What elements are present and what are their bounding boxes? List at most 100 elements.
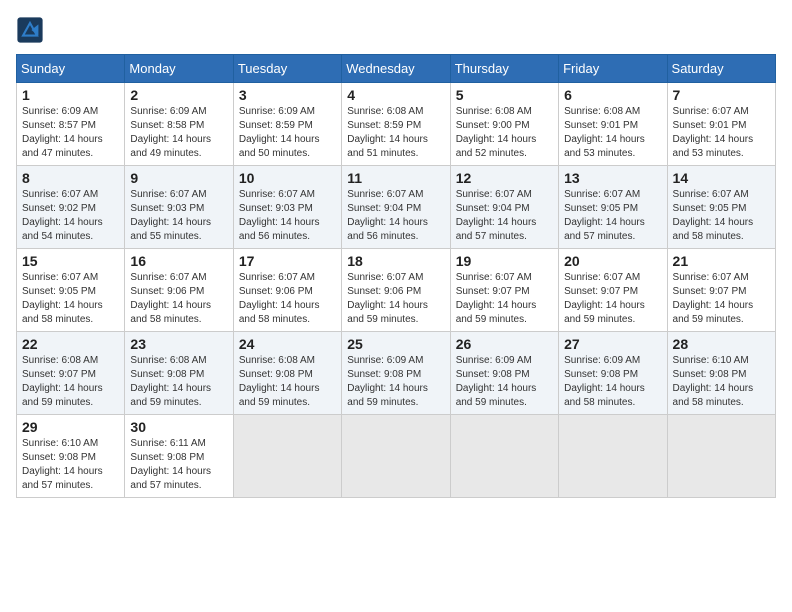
calendar-day-cell: 1 Sunrise: 6:09 AMSunset: 8:57 PMDaylight… bbox=[17, 83, 125, 166]
day-number: 2 bbox=[130, 87, 227, 103]
cell-info: Sunrise: 6:09 AMSunset: 8:59 PMDaylight:… bbox=[239, 105, 336, 161]
cell-info: Sunrise: 6:09 AMSunset: 9:08 PMDaylight:… bbox=[564, 354, 661, 410]
calendar-day-cell: 13 Sunrise: 6:07 AMSunset: 9:05 PMDayligh… bbox=[559, 166, 667, 249]
calendar-day-cell: 30 Sunrise: 6:11 AMSunset: 9:08 PMDayligh… bbox=[125, 415, 233, 498]
day-number: 8 bbox=[22, 170, 119, 186]
cell-info: Sunrise: 6:07 AMSunset: 9:07 PMDaylight:… bbox=[673, 271, 770, 327]
calendar-day-cell: 28 Sunrise: 6:10 AMSunset: 9:08 PMDayligh… bbox=[667, 332, 775, 415]
cell-info: Sunrise: 6:09 AMSunset: 8:58 PMDaylight:… bbox=[130, 105, 227, 161]
calendar-day-cell: 20 Sunrise: 6:07 AMSunset: 9:07 PMDayligh… bbox=[559, 249, 667, 332]
calendar-day-cell: 11Sunrise: 6:07 AMSunset: 9:04 PMDayligh… bbox=[342, 166, 450, 249]
cell-info: Sunrise: 6:10 AMSunset: 9:08 PMDaylight:… bbox=[22, 437, 119, 493]
calendar-body: 1 Sunrise: 6:09 AMSunset: 8:57 PMDaylight… bbox=[17, 83, 776, 498]
calendar-week-row: 22Sunrise: 6:08 AMSunset: 9:07 PMDayligh… bbox=[17, 332, 776, 415]
calendar-day-cell: 19 Sunrise: 6:07 AMSunset: 9:07 PMDayligh… bbox=[450, 249, 558, 332]
cell-info: Sunrise: 6:09 AMSunset: 9:08 PMDaylight:… bbox=[347, 354, 444, 410]
day-number: 7 bbox=[673, 87, 770, 103]
cell-info: Sunrise: 6:09 AMSunset: 9:08 PMDaylight:… bbox=[456, 354, 553, 410]
calendar-day-cell: 14Sunrise: 6:07 AMSunset: 9:05 PMDayligh… bbox=[667, 166, 775, 249]
cell-info: Sunrise: 6:07 AMSunset: 9:05 PMDaylight:… bbox=[22, 271, 119, 327]
cell-info: Sunrise: 6:07 AMSunset: 9:01 PMDaylight:… bbox=[673, 105, 770, 161]
day-number: 29 bbox=[22, 419, 119, 435]
day-number: 13 bbox=[564, 170, 661, 186]
calendar-day-cell: 21 Sunrise: 6:07 AMSunset: 9:07 PMDayligh… bbox=[667, 249, 775, 332]
cell-info: Sunrise: 6:08 AMSunset: 8:59 PMDaylight:… bbox=[347, 105, 444, 161]
calendar-day-cell: 29 Sunrise: 6:10 AMSunset: 9:08 PMDayligh… bbox=[17, 415, 125, 498]
day-number: 30 bbox=[130, 419, 227, 435]
day-number: 19 bbox=[456, 253, 553, 269]
cell-info: Sunrise: 6:07 AMSunset: 9:03 PMDaylight:… bbox=[239, 188, 336, 244]
calendar-day-cell: 7 Sunrise: 6:07 AMSunset: 9:01 PMDaylight… bbox=[667, 83, 775, 166]
calendar-day-header: Monday bbox=[125, 55, 233, 83]
calendar-day-cell: 23 Sunrise: 6:08 AMSunset: 9:08 PMDayligh… bbox=[125, 332, 233, 415]
day-number: 21 bbox=[673, 253, 770, 269]
calendar-day-cell: 10 Sunrise: 6:07 AMSunset: 9:03 PMDayligh… bbox=[233, 166, 341, 249]
calendar-week-row: 8 Sunrise: 6:07 AMSunset: 9:02 PMDaylight… bbox=[17, 166, 776, 249]
cell-info: Sunrise: 6:07 AMSunset: 9:07 PMDaylight:… bbox=[456, 271, 553, 327]
day-number: 27 bbox=[564, 336, 661, 352]
cell-info: Sunrise: 6:09 AMSunset: 8:57 PMDaylight:… bbox=[22, 105, 119, 161]
calendar-day-cell bbox=[342, 415, 450, 498]
calendar-day-cell: 4 Sunrise: 6:08 AMSunset: 8:59 PMDaylight… bbox=[342, 83, 450, 166]
calendar-week-row: 15 Sunrise: 6:07 AMSunset: 9:05 PMDayligh… bbox=[17, 249, 776, 332]
calendar-table: SundayMondayTuesdayWednesdayThursdayFrid… bbox=[16, 54, 776, 498]
cell-info: Sunrise: 6:10 AMSunset: 9:08 PMDaylight:… bbox=[673, 354, 770, 410]
day-number: 25 bbox=[347, 336, 444, 352]
day-number: 5 bbox=[456, 87, 553, 103]
day-number: 23 bbox=[130, 336, 227, 352]
cell-info: Sunrise: 6:07 AMSunset: 9:02 PMDaylight:… bbox=[22, 188, 119, 244]
calendar-day-cell bbox=[667, 415, 775, 498]
day-number: 18 bbox=[347, 253, 444, 269]
calendar-day-cell: 16Sunrise: 6:07 AMSunset: 9:06 PMDayligh… bbox=[125, 249, 233, 332]
cell-info: Sunrise: 6:07 AMSunset: 9:04 PMDaylight:… bbox=[456, 188, 553, 244]
logo-icon bbox=[16, 16, 44, 44]
cell-info: Sunrise: 6:11 AMSunset: 9:08 PMDaylight:… bbox=[130, 437, 227, 493]
cell-info: Sunrise: 6:07 AMSunset: 9:06 PMDaylight:… bbox=[130, 271, 227, 327]
calendar-header-row: SundayMondayTuesdayWednesdayThursdayFrid… bbox=[17, 55, 776, 83]
calendar-day-cell: 18 Sunrise: 6:07 AMSunset: 9:06 PMDayligh… bbox=[342, 249, 450, 332]
calendar-day-cell: 15 Sunrise: 6:07 AMSunset: 9:05 PMDayligh… bbox=[17, 249, 125, 332]
cell-info: Sunrise: 6:07 AMSunset: 9:03 PMDaylight:… bbox=[130, 188, 227, 244]
calendar-week-row: 29 Sunrise: 6:10 AMSunset: 9:08 PMDayligh… bbox=[17, 415, 776, 498]
day-number: 17 bbox=[239, 253, 336, 269]
calendar-day-cell: 22Sunrise: 6:08 AMSunset: 9:07 PMDayligh… bbox=[17, 332, 125, 415]
calendar-day-cell bbox=[559, 415, 667, 498]
calendar-day-cell: 24Sunrise: 6:08 AMSunset: 9:08 PMDayligh… bbox=[233, 332, 341, 415]
calendar-day-header: Sunday bbox=[17, 55, 125, 83]
cell-info: Sunrise: 6:07 AMSunset: 9:06 PMDaylight:… bbox=[347, 271, 444, 327]
cell-info: Sunrise: 6:08 AMSunset: 9:01 PMDaylight:… bbox=[564, 105, 661, 161]
cell-info: Sunrise: 6:07 AMSunset: 9:05 PMDaylight:… bbox=[564, 188, 661, 244]
calendar-day-cell: 25 Sunrise: 6:09 AMSunset: 9:08 PMDayligh… bbox=[342, 332, 450, 415]
calendar-day-cell: 27 Sunrise: 6:09 AMSunset: 9:08 PMDayligh… bbox=[559, 332, 667, 415]
calendar-day-cell bbox=[450, 415, 558, 498]
calendar-day-cell: 12 Sunrise: 6:07 AMSunset: 9:04 PMDayligh… bbox=[450, 166, 558, 249]
calendar-day-header: Friday bbox=[559, 55, 667, 83]
day-number: 9 bbox=[130, 170, 227, 186]
day-number: 20 bbox=[564, 253, 661, 269]
day-number: 10 bbox=[239, 170, 336, 186]
day-number: 3 bbox=[239, 87, 336, 103]
day-number: 15 bbox=[22, 253, 119, 269]
cell-info: Sunrise: 6:07 AMSunset: 9:06 PMDaylight:… bbox=[239, 271, 336, 327]
day-number: 1 bbox=[22, 87, 119, 103]
calendar-day-cell: 6 Sunrise: 6:08 AMSunset: 9:01 PMDaylight… bbox=[559, 83, 667, 166]
calendar-day-header: Thursday bbox=[450, 55, 558, 83]
page-header bbox=[16, 16, 776, 44]
cell-info: Sunrise: 6:08 AMSunset: 9:08 PMDaylight:… bbox=[130, 354, 227, 410]
calendar-day-cell: 9 Sunrise: 6:07 AMSunset: 9:03 PMDaylight… bbox=[125, 166, 233, 249]
calendar-day-header: Tuesday bbox=[233, 55, 341, 83]
calendar-day-header: Wednesday bbox=[342, 55, 450, 83]
cell-info: Sunrise: 6:08 AMSunset: 9:08 PMDaylight:… bbox=[239, 354, 336, 410]
calendar-day-cell: 5 Sunrise: 6:08 AMSunset: 9:00 PMDaylight… bbox=[450, 83, 558, 166]
day-number: 6 bbox=[564, 87, 661, 103]
day-number: 4 bbox=[347, 87, 444, 103]
day-number: 22 bbox=[22, 336, 119, 352]
day-number: 11 bbox=[347, 170, 444, 186]
cell-info: Sunrise: 6:08 AMSunset: 9:00 PMDaylight:… bbox=[456, 105, 553, 161]
cell-info: Sunrise: 6:07 AMSunset: 9:07 PMDaylight:… bbox=[564, 271, 661, 327]
day-number: 28 bbox=[673, 336, 770, 352]
day-number: 12 bbox=[456, 170, 553, 186]
cell-info: Sunrise: 6:07 AMSunset: 9:05 PMDaylight:… bbox=[673, 188, 770, 244]
day-number: 26 bbox=[456, 336, 553, 352]
calendar-week-row: 1 Sunrise: 6:09 AMSunset: 8:57 PMDaylight… bbox=[17, 83, 776, 166]
